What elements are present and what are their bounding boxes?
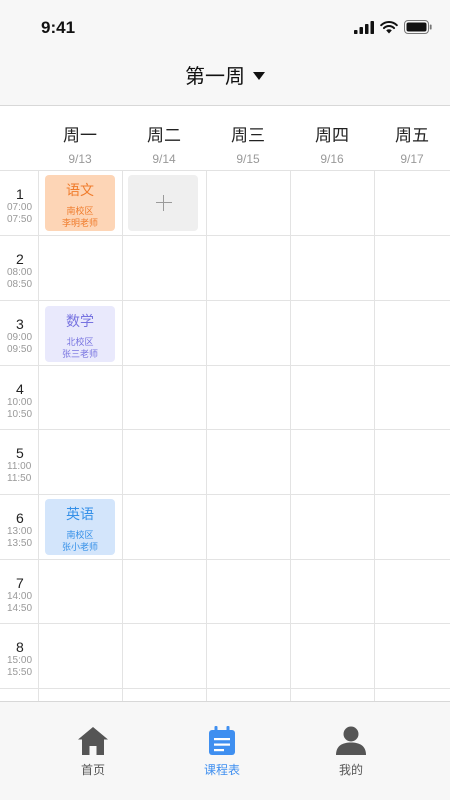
course-name: 语文 [66,183,94,199]
period-end-time: 08:50 [7,279,33,290]
period-number: 4 [16,381,24,397]
grid-line [0,300,450,301]
period-number: 2 [16,251,24,267]
battery-icon [404,20,432,34]
status-time: 9:41 [41,18,76,37]
period-start-time: 13:00 [7,526,33,537]
user-icon [336,726,366,755]
period-label: 7 14:00 14:50 [0,560,38,624]
period-start-time: 15:00 [7,655,33,666]
day-header-thu: 周四 9/16 [290,107,374,171]
period-label: 2 08:00 08:50 [0,236,38,300]
day-header-row: 周一 9/13 周二 9/14 周三 9/15 周四 9/16 周五 9/17 [0,107,450,171]
period-number: 8 [16,639,24,655]
grid-line [290,171,291,701]
period-end-time: 15:50 [7,667,33,678]
period-number: 3 [16,316,24,332]
wifi-icon [380,21,398,34]
caret-down-icon [253,71,265,80]
grid-line [374,171,375,701]
header: 第一周 [0,58,450,106]
period-number: 1 [16,186,24,202]
grid-line [0,623,450,624]
period-end-time: 07:50 [7,214,33,225]
grid-line [0,429,450,430]
course-teacher: 张小老师 [61,543,98,553]
period-number: 6 [16,510,24,526]
day-date: 9/15 [236,152,260,166]
day-date: 9/14 [152,152,176,166]
period-start-time: 08:00 [7,267,33,278]
day-date: 9/17 [400,152,424,166]
calendar-icon [209,726,235,755]
day-name: 周二 [147,126,181,146]
period-start-time: 10:00 [7,397,33,408]
period-number: 7 [16,575,24,591]
course-card-chinese[interactable]: 语文 南校区 李明老师 [45,175,115,231]
grid-line [122,171,123,701]
period-end-time: 09:50 [7,344,33,355]
day-name: 周一 [63,126,97,146]
day-date: 9/13 [68,152,92,166]
tab-label: 课程表 [203,763,240,777]
course-name: 英语 [66,507,94,523]
period-end-time: 13:50 [7,538,33,549]
status-bar: 9:41 [0,0,450,58]
day-name: 周四 [315,126,349,146]
status-icons [354,19,432,35]
grid-line [38,171,39,701]
timetable-grid[interactable]: 1 07:00 07:50 2 08:00 08:50 3 09:00 09:5… [0,171,450,701]
tab-bar: 首页 课程表 我的 [0,701,450,800]
course-card-math[interactable]: 数学 北校区 张三老师 [45,306,115,362]
day-name: 周三 [231,126,265,146]
period-label: 5 11:00 11:50 [0,430,38,494]
course-card-english[interactable]: 英语 南校区 张小老师 [45,499,115,555]
grid-line [0,688,450,689]
course-campus: 北校区 [66,338,94,348]
add-course-button[interactable] [128,175,198,231]
course-teacher: 李明老师 [61,219,98,229]
tab-label: 首页 [80,763,105,777]
course-campus: 南校区 [66,207,94,217]
tab-home[interactable]: 首页 [33,702,153,800]
grid-line [0,494,450,495]
grid-line [0,365,450,366]
week-label: 第一周 [185,64,245,88]
day-header-mon: 周一 9/13 [38,107,122,171]
period-number: 5 [16,445,24,461]
period-label: 6 13:00 13:50 [0,495,38,559]
period-start-time: 07:00 [7,202,33,213]
course-campus: 南校区 [66,531,94,541]
period-label: 8 15:00 15:50 [0,624,38,688]
period-start-time: 09:00 [7,332,33,343]
period-label: 3 09:00 09:50 [0,301,38,365]
day-header-wed: 周三 9/15 [206,107,290,171]
grid-line [206,171,207,701]
week-selector[interactable]: 第一周 [0,60,450,89]
course-name: 数学 [66,314,94,330]
day-header-fri: 周五 9/17 [374,107,450,171]
period-label: 1 07:00 07:50 [0,171,38,235]
day-name: 周五 [395,126,429,146]
signal-icon [354,20,374,34]
day-header-tue: 周二 9/14 [122,107,206,171]
home-icon [78,727,108,755]
grid-line [0,235,450,236]
tab-schedule[interactable]: 课程表 [162,702,282,800]
course-teacher: 张三老师 [61,350,98,360]
period-end-time: 14:50 [7,603,33,614]
period-start-time: 11:00 [7,461,32,472]
period-end-time: 10:50 [7,409,33,420]
period-label: 4 10:00 10:50 [0,366,38,430]
period-end-time: 11:50 [7,473,32,484]
day-date: 9/16 [320,152,344,166]
tab-label: 我的 [338,763,363,777]
period-start-time: 14:00 [7,591,33,602]
tab-profile[interactable]: 我的 [291,702,411,800]
grid-line [0,559,450,560]
